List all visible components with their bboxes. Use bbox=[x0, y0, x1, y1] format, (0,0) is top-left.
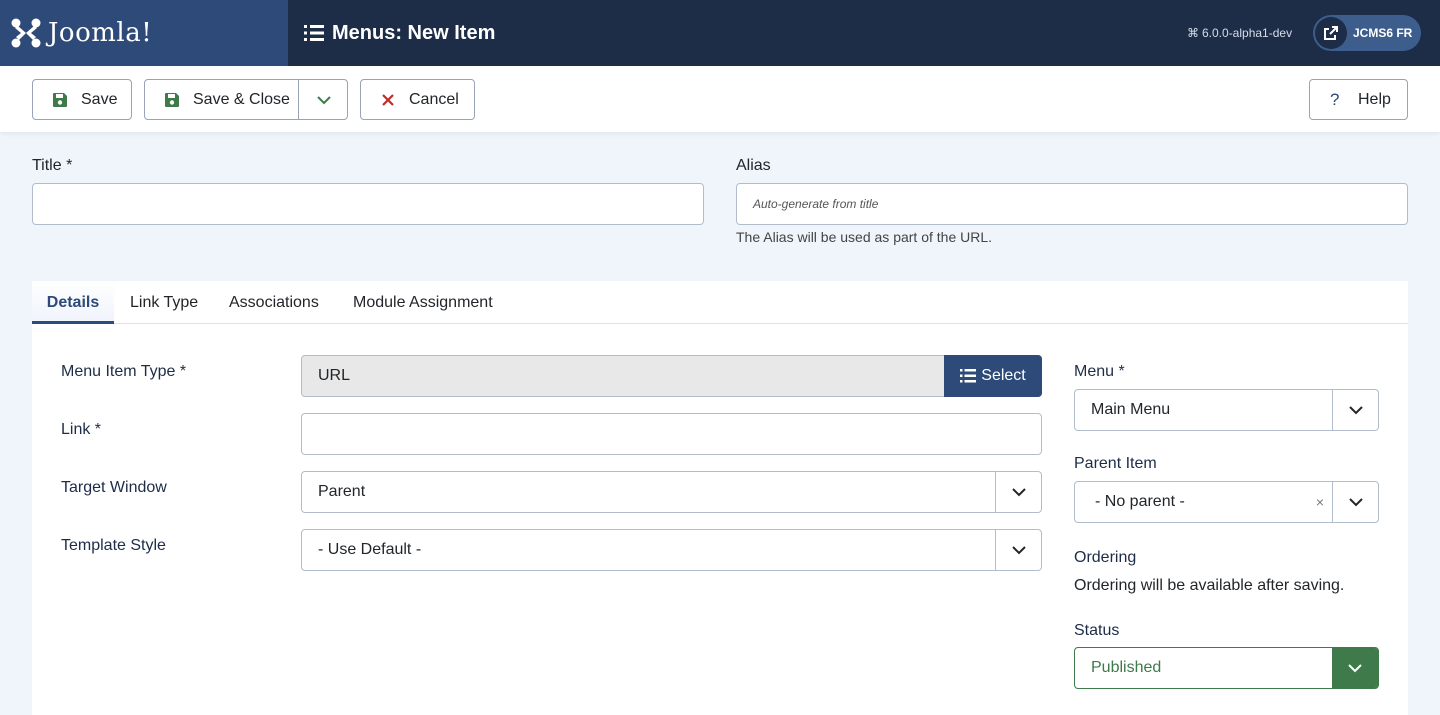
page-title: Menus: New Item bbox=[304, 0, 495, 66]
close-icon bbox=[382, 94, 394, 106]
chevron-down-icon bbox=[995, 530, 1041, 570]
target-window-value: Parent bbox=[318, 483, 366, 500]
joomla-small-icon: ⌘ bbox=[1187, 26, 1199, 40]
save-icon bbox=[165, 93, 179, 107]
version-text: 6.0.0-alpha1-dev bbox=[1202, 26, 1293, 40]
list-icon bbox=[304, 25, 324, 41]
title-label: Title * bbox=[32, 157, 73, 174]
joomla-logo-icon bbox=[11, 18, 41, 48]
save-close-button[interactable]: Save & Close bbox=[144, 79, 299, 120]
clear-icon[interactable]: × bbox=[1316, 482, 1324, 522]
chevron-down-icon bbox=[1332, 390, 1378, 430]
parent-item-select[interactable]: - No parent - × bbox=[1074, 481, 1379, 523]
tab-module-assignment[interactable]: Module Assignment bbox=[353, 281, 493, 324]
parent-item-value: - No parent - bbox=[1095, 493, 1185, 510]
alias-input[interactable]: Auto-generate from title bbox=[736, 183, 1408, 225]
template-style-select[interactable]: - Use Default - bbox=[301, 529, 1042, 571]
save-button[interactable]: Save bbox=[32, 79, 132, 120]
chevron-down-icon bbox=[317, 96, 331, 105]
help-label: Help bbox=[1358, 91, 1391, 108]
save-options-dropdown[interactable] bbox=[298, 79, 348, 120]
menu-item-type-label: Menu Item Type * bbox=[61, 363, 187, 380]
ordering-text: Ordering will be available after saving. bbox=[1074, 577, 1345, 594]
menu-value: Main Menu bbox=[1091, 401, 1171, 418]
cancel-label: Cancel bbox=[409, 91, 459, 108]
cancel-button[interactable]: Cancel bbox=[360, 79, 475, 120]
ordering-label: Ordering bbox=[1074, 549, 1137, 566]
page-title-text: Menus: New Item bbox=[332, 21, 496, 44]
chevron-down-icon bbox=[1332, 648, 1378, 688]
toolbar: Save Save & Close Cancel ? Help bbox=[0, 66, 1440, 132]
tabs-panel: Details Link Type Associations Module As… bbox=[32, 281, 1408, 715]
tab-details[interactable]: Details bbox=[32, 281, 114, 324]
external-link-icon bbox=[1315, 17, 1347, 49]
menu-label: Menu * bbox=[1074, 363, 1125, 380]
link-label: Link * bbox=[61, 421, 102, 438]
chevron-down-icon bbox=[1332, 482, 1378, 522]
view-site-button[interactable]: JCMS6 FR bbox=[1313, 15, 1421, 51]
tab-associations[interactable]: Associations bbox=[229, 281, 319, 324]
select-menu-item-type-button[interactable]: Select bbox=[944, 355, 1042, 397]
link-input[interactable] bbox=[301, 413, 1042, 455]
list-icon bbox=[960, 369, 977, 383]
site-name: JCMS6 FR bbox=[1353, 26, 1413, 40]
menu-select[interactable]: Main Menu bbox=[1074, 389, 1379, 431]
alias-placeholder: Auto-generate from title bbox=[753, 197, 879, 211]
title-input[interactable] bbox=[32, 183, 704, 225]
template-style-value: - Use Default - bbox=[318, 541, 422, 558]
menu-item-type-value: URL bbox=[318, 367, 351, 384]
status-value: Published bbox=[1091, 659, 1162, 676]
menu-item-type-field: URL Select bbox=[301, 355, 1042, 397]
alias-help-text: The Alias will be used as part of the UR… bbox=[736, 229, 993, 245]
help-button[interactable]: ? Help bbox=[1309, 79, 1408, 120]
save-close-label: Save & Close bbox=[193, 91, 290, 108]
save-label: Save bbox=[81, 91, 118, 108]
question-icon: ? bbox=[1330, 90, 1340, 109]
top-header: Joomla! Menus: New Item ⌘ 6.0.0-alpha1-d… bbox=[0, 0, 1440, 66]
save-icon bbox=[53, 93, 67, 107]
parent-item-label: Parent Item bbox=[1074, 455, 1157, 472]
status-select[interactable]: Published bbox=[1074, 647, 1379, 689]
target-window-select[interactable]: Parent bbox=[301, 471, 1042, 513]
template-style-label: Template Style bbox=[61, 537, 166, 554]
tab-link-type[interactable]: Link Type bbox=[130, 281, 198, 324]
chevron-down-icon bbox=[995, 472, 1041, 512]
version-info: ⌘ 6.0.0-alpha1-dev bbox=[1187, 0, 1292, 66]
target-window-label: Target Window bbox=[61, 479, 167, 496]
alias-label: Alias bbox=[736, 157, 771, 174]
logo-text: Joomla! bbox=[48, 18, 153, 48]
select-button-label: Select bbox=[981, 367, 1026, 384]
tab-bar: Details Link Type Associations Module As… bbox=[32, 281, 1408, 324]
status-label: Status bbox=[1074, 622, 1120, 639]
joomla-logo[interactable]: Joomla! bbox=[0, 0, 288, 66]
